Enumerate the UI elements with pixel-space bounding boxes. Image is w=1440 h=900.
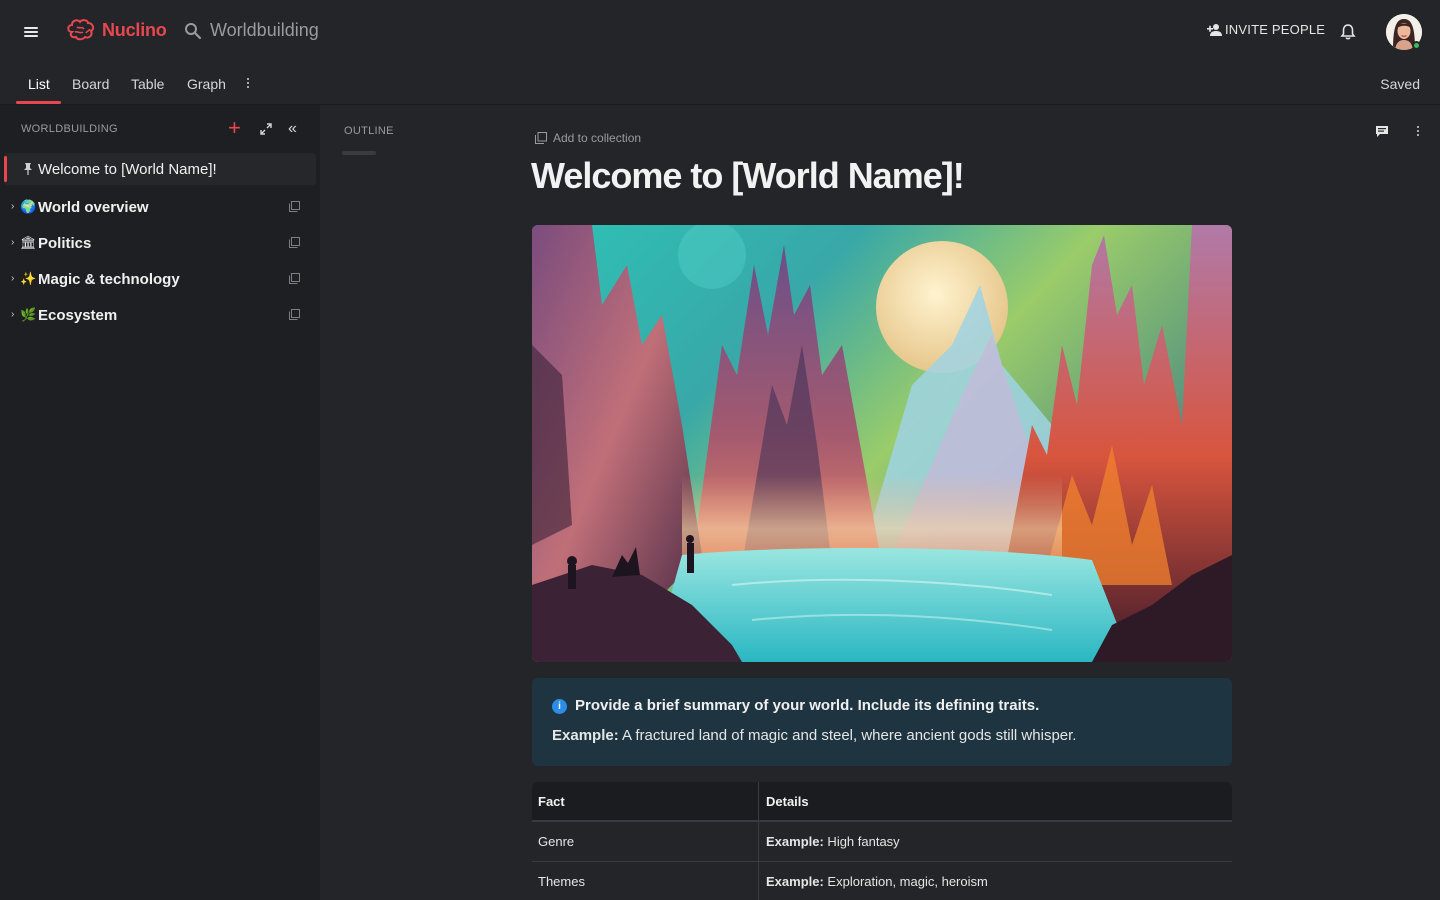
tab-list[interactable]: List	[28, 76, 50, 92]
outline-placeholder-bar	[342, 151, 376, 155]
callout-example-prefix: Example:	[552, 727, 619, 744]
sidebar-item-politics[interactable]: › 🏛 Politics	[4, 227, 316, 259]
sidebar-item-ecosystem[interactable]: › 🌿 Ecosystem	[4, 299, 316, 331]
table-row[interactable]: Genre Example: High fantasy	[532, 822, 1232, 862]
search-icon	[185, 22, 202, 39]
callout-example-text: A fractured land of magic and steel, whe…	[618, 727, 1077, 744]
add-to-collection-button[interactable]: Add to collection	[535, 131, 641, 145]
facts-table: Fact Details Genre Example: High fantasy…	[532, 782, 1232, 900]
chevron-right-icon[interactable]: ›	[11, 237, 14, 248]
comments-icon[interactable]	[1375, 125, 1389, 143]
details-text: Exploration, magic, heroism	[823, 874, 988, 889]
collection-icon[interactable]	[289, 201, 300, 212]
save-status: Saved	[1380, 76, 1420, 92]
chevron-right-icon[interactable]: ›	[11, 273, 14, 284]
pin-icon	[20, 161, 36, 179]
callout-example: Example: A fractured land of magic and s…	[552, 727, 1076, 744]
sparkles-icon: ✨	[20, 271, 37, 286]
fantasy-landscape-image	[532, 225, 1232, 662]
sidebar-item-welcome[interactable]: Welcome to [World Name]!	[4, 153, 316, 185]
add-item-icon[interactable]: +	[228, 117, 241, 139]
table-cell-fact: Genre	[538, 834, 575, 849]
table-header-details: Details	[766, 794, 809, 809]
info-callout: i Provide a brief summary of your world.…	[532, 678, 1232, 766]
document-more-icon[interactable]	[1414, 125, 1422, 139]
details-text: High fantasy	[823, 834, 900, 849]
top-bar: Nuclino Worldbuilding INVITE PEOPLE	[0, 0, 1440, 64]
collapse-sidebar-icon[interactable]: «	[288, 120, 297, 138]
table-header-fact: Fact	[538, 794, 565, 809]
column-divider	[758, 822, 759, 861]
table-cell-details: Example: High fantasy	[766, 834, 900, 849]
invite-people-button[interactable]: INVITE PEOPLE	[1206, 22, 1325, 37]
online-status-indicator	[1412, 41, 1421, 50]
details-prefix: Example:	[766, 874, 824, 889]
invite-people-label: INVITE PEOPLE	[1225, 22, 1326, 37]
sidebar-item-label: Politics	[38, 235, 92, 252]
hamburger-menu-icon[interactable]	[22, 22, 42, 42]
outline-title: OUTLINE	[344, 125, 394, 137]
notifications-bell-icon[interactable]	[1339, 23, 1357, 46]
table-header-row: Fact Details	[532, 782, 1232, 822]
workspace-name: Worldbuilding	[210, 20, 319, 40]
sidebar-item-magic-technology[interactable]: › ✨ Magic & technology	[4, 263, 316, 295]
expand-all-icon[interactable]	[260, 122, 272, 140]
tab-graph[interactable]: Graph	[187, 76, 226, 92]
sidebar: WORLDBUILDING + « Welcome to [World Name…	[0, 105, 320, 900]
collection-icon[interactable]	[289, 273, 300, 284]
chevron-right-icon[interactable]: ›	[11, 201, 14, 212]
classical-building-icon: 🏛	[20, 235, 37, 250]
tab-board[interactable]: Board	[72, 76, 109, 92]
sidebar-item-world-overview[interactable]: › 🌍 World overview	[4, 191, 316, 223]
add-to-collection-label: Add to collection	[553, 131, 642, 145]
chevron-right-icon[interactable]: ›	[11, 309, 14, 320]
details-prefix: Example:	[766, 834, 824, 849]
sidebar-item-label: Welcome to [World Name]!	[38, 161, 217, 178]
collection-icon	[535, 132, 547, 144]
collection-icon[interactable]	[289, 237, 300, 248]
document-title[interactable]: Welcome to [World Name]!	[531, 155, 965, 197]
sidebar-title: WORLDBUILDING	[21, 123, 118, 135]
add-person-icon	[1207, 23, 1222, 36]
table-cell-details: Example: Exploration, magic, heroism	[766, 874, 988, 889]
brand-logo[interactable]: Nuclino	[66, 18, 167, 42]
callout-heading: Provide a brief summary of your world. I…	[575, 697, 1040, 714]
brain-logo-icon	[67, 19, 95, 41]
workspace-search[interactable]: Worldbuilding	[184, 20, 319, 41]
globe-icon: 🌍	[20, 199, 37, 214]
tab-table[interactable]: Table	[131, 76, 164, 92]
sidebar-item-label: Ecosystem	[38, 307, 118, 324]
herb-icon: 🌿	[20, 307, 37, 322]
brand-name: Nuclino	[102, 19, 167, 40]
column-divider	[758, 782, 759, 820]
sidebar-item-label: World overview	[38, 199, 149, 216]
collection-icon[interactable]	[289, 309, 300, 320]
table-cell-fact: Themes	[538, 874, 585, 889]
sidebar-item-label: Magic & technology	[38, 271, 180, 288]
more-views-icon[interactable]	[244, 77, 252, 91]
active-tab-indicator	[16, 101, 61, 104]
column-divider	[758, 862, 759, 900]
table-row[interactable]: Themes Example: Exploration, magic, hero…	[532, 862, 1232, 900]
info-icon: i	[552, 699, 567, 714]
